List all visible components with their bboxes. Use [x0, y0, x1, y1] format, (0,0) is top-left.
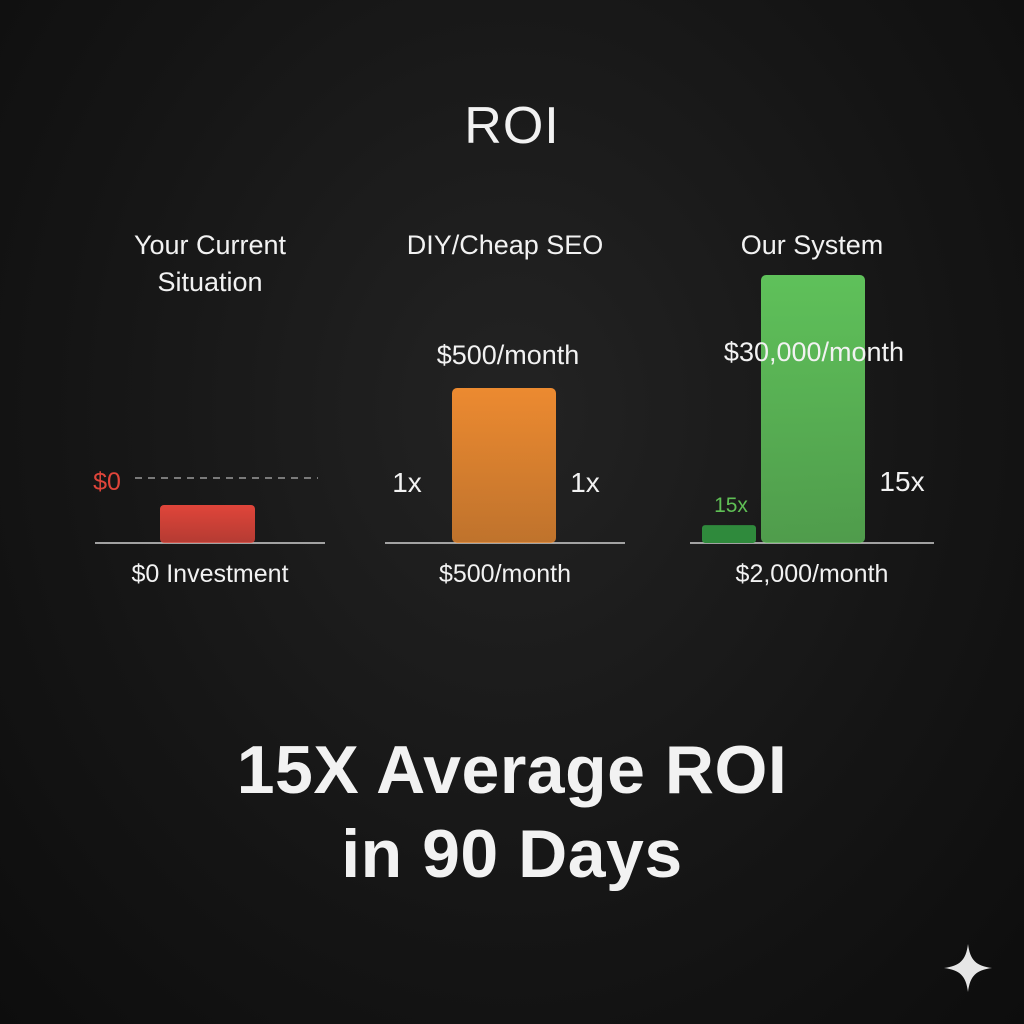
bar-diy	[452, 388, 556, 543]
bar-top-label: $30,000/month	[724, 337, 904, 367]
small-bar-label: 15x	[714, 494, 748, 517]
bar-top-label: $500/month	[437, 340, 580, 370]
multiplier-left: 1x	[392, 467, 422, 498]
panel-bottom-label: $2,000/month	[736, 560, 889, 588]
multiplier-right: 1x	[570, 467, 600, 498]
bar-our-system-return	[761, 275, 865, 543]
headline-line-1: 15X Average ROI	[236, 732, 788, 808]
panel-heading: DIY/Cheap SEO	[407, 230, 604, 260]
headline-line-2: in 90 Days	[341, 816, 683, 892]
panel-bottom-label: $500/month	[439, 560, 571, 588]
panel-heading: Your Current	[134, 230, 287, 260]
bar-current	[160, 505, 255, 543]
panel-heading: Situation	[157, 267, 262, 297]
multiplier-right: 15x	[879, 466, 924, 497]
sparkle-icon	[944, 944, 992, 992]
headline: 15X Average ROI in 90 Days	[0, 728, 1024, 896]
panel-heading: Our System	[741, 230, 884, 260]
zero-reference-label: $0	[93, 468, 121, 496]
panel-bottom-label: $0 Investment	[131, 560, 288, 588]
bar-our-system-investment	[702, 525, 756, 543]
